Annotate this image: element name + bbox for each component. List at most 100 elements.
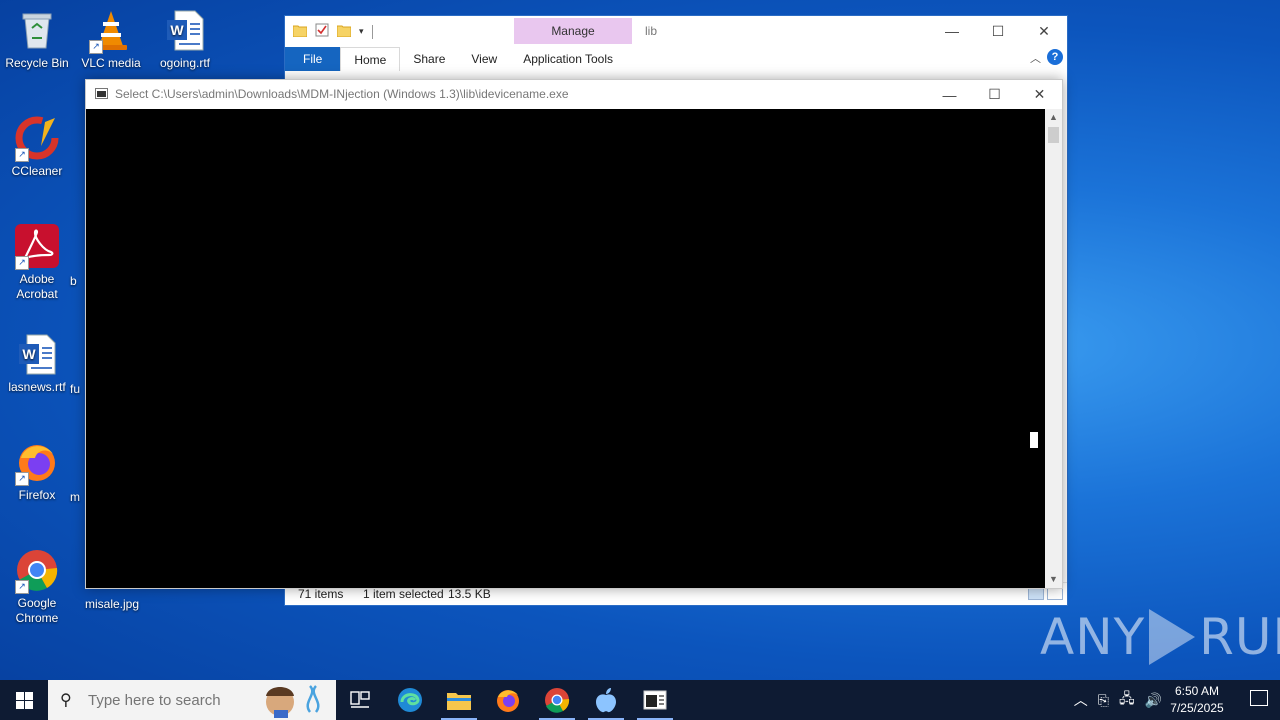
shortcut-arrow-icon: ↗ [15,580,29,594]
apple-icon [596,688,616,713]
scroll-down-icon[interactable]: ▼ [1045,571,1062,588]
taskbar-app-console[interactable] [631,680,679,720]
shortcut-arrow-icon: ↗ [89,40,103,54]
ccleaner-icon: ↗ [15,116,59,162]
maximize-icon[interactable]: ☐ [972,80,1017,109]
clock[interactable]: 6:50 AM 7/25/2025 [1162,683,1232,717]
desktop-icon-recycle-bin[interactable]: Recycle Bin [0,8,74,71]
watermark-text-left: ANY [1040,608,1146,666]
watermark-text-right: RUN [1199,608,1280,666]
explorer-titlebar[interactable]: ▾ Manage lib — ☐ ✕ [285,16,1067,49]
chevron-up-icon[interactable]: ︿ [1074,690,1088,710]
desktop-icon-vlc[interactable]: ↗ VLC media [74,8,148,71]
properties-icon[interactable] [315,23,329,40]
edge-icon [398,688,422,712]
shortcut-arrow-icon: ↗ [15,148,29,162]
shortcut-arrow-icon: ↗ [15,472,29,486]
network-adapter-icon[interactable]: ⎘ [1098,692,1109,709]
console-cursor [1030,432,1038,448]
anyrun-watermark: ANY RUN [1040,608,1280,666]
close-icon[interactable]: ✕ [1017,80,1062,109]
desktop-icon-google-chrome[interactable]: ↗ Google Chrome [0,548,74,626]
desktop-icon-adobe-acrobat[interactable]: ↗ Adobe Acrobat [0,224,74,302]
console-output-area[interactable] [86,109,1045,588]
status-item-count: 71 items [298,587,344,601]
task-view-button[interactable] [336,680,384,720]
network-icon[interactable]: 🖧 [1119,688,1135,712]
file-explorer-icon [447,693,471,710]
clock-date: 7/25/2025 [1170,701,1224,715]
desktop-icon-label: ogoing.rtf [159,56,211,70]
tab-manage[interactable]: Manage [514,18,632,44]
tab-file[interactable]: File [285,47,341,71]
desktop-icon-label: Google Chrome [15,596,59,625]
desktop-icon-ogoing-rtf[interactable]: W ogoing.rtf [148,8,222,71]
new-folder-icon[interactable] [336,24,352,40]
search-highlight-icon [266,685,320,718]
explorer-window-controls: — ☐ ✕ [929,16,1067,46]
start-button[interactable] [0,680,48,720]
desktop-icon-label: Firefox [18,488,56,502]
tab-application-tools[interactable]: Application Tools [510,47,626,71]
explorer-title: lib [645,24,658,38]
firefox-icon [497,690,519,712]
clock-time: 6:50 AM [1174,684,1220,698]
desktop-icon-ccleaner[interactable]: ↗ CCleaner [0,116,74,179]
desktop-icon-label: fu [70,382,81,396]
svg-text:W: W [170,22,184,38]
desktop-icon-label: b [70,274,77,288]
quick-access-toolbar: ▾ [292,23,373,40]
taskbar: ⚲ ︿ ⎘ 🖧 🔊 6:50 AM 7/25/2025 [0,680,1280,720]
taskbar-app-edge[interactable] [386,680,434,720]
search-icon: ⚲ [60,692,72,709]
volume-icon[interactable]: 🔊 [1145,692,1162,709]
desktop-icon-label: Recycle Bin [5,56,69,70]
customize-dropdown-icon[interactable]: ▾ [359,26,364,37]
qat-divider [371,24,373,39]
desktop-icon-label: VLC media [81,56,141,70]
help-icon[interactable]: ? [1047,49,1063,65]
desktop-icon-lasnews-rtf[interactable]: W lasnews.rtf [0,332,74,395]
word-document-icon: W [163,8,207,52]
tab-view[interactable]: View [458,47,510,71]
taskbar-app-chrome[interactable] [533,680,581,720]
minimize-icon[interactable]: — [929,16,975,46]
windows-logo-icon [15,691,33,709]
desktop-icon-label: m [70,490,80,504]
tray-icons: ︿ ⎘ 🖧 🔊 [1074,680,1162,720]
maximize-icon[interactable]: ☐ [975,16,1021,46]
recycle-bin-icon [15,8,59,52]
firefox-icon: ↗ [15,440,59,486]
console-icon [643,690,667,710]
desktop-icon-misale-jpg[interactable]: misale.jpg [75,597,149,612]
minimize-icon[interactable]: — [927,80,972,109]
desktop-icon-label: Adobe Acrobat [16,272,58,301]
taskbar-app-firefox[interactable] [484,680,532,720]
word-document-icon: W [15,332,59,376]
taskbar-app-file-explorer[interactable] [435,680,483,720]
desktop-icon-label: lasnews.rtf [8,380,66,394]
tab-share[interactable]: Share [400,47,458,71]
shortcut-arrow-icon: ↗ [15,256,29,270]
scroll-up-icon[interactable]: ▲ [1045,109,1062,126]
console-window[interactable]: Select C:\Users\admin\Downloads\MDM-INje… [85,79,1063,589]
desktop-icon-label: CCleaner [11,164,63,178]
ribbon-tabs: File Home Share View Application Tools [285,47,1067,71]
folder-icon[interactable] [292,24,308,40]
console-app-icon [95,88,108,99]
search-input[interactable] [86,690,260,710]
console-titlebar[interactable]: Select C:\Users\admin\Downloads\MDM-INje… [86,80,1062,109]
chrome-icon: ↗ [15,548,59,594]
notification-center-icon[interactable] [1250,690,1268,706]
close-icon[interactable]: ✕ [1021,16,1067,46]
taskbar-app-itunes[interactable] [582,680,630,720]
console-scrollbar[interactable]: ▲ ▼ [1045,109,1062,588]
chevron-up-icon[interactable]: ︿ [1030,50,1041,66]
desktop-icon-label: misale.jpg [84,597,140,611]
scroll-thumb[interactable] [1048,127,1059,143]
tab-home[interactable]: Home [340,47,401,71]
console-window-controls: — ☐ ✕ [927,80,1062,109]
vlc-cone-icon: ↗ [89,8,133,54]
taskbar-search[interactable]: ⚲ [48,680,336,720]
desktop-icon-firefox[interactable]: ↗ Firefox [0,440,74,503]
